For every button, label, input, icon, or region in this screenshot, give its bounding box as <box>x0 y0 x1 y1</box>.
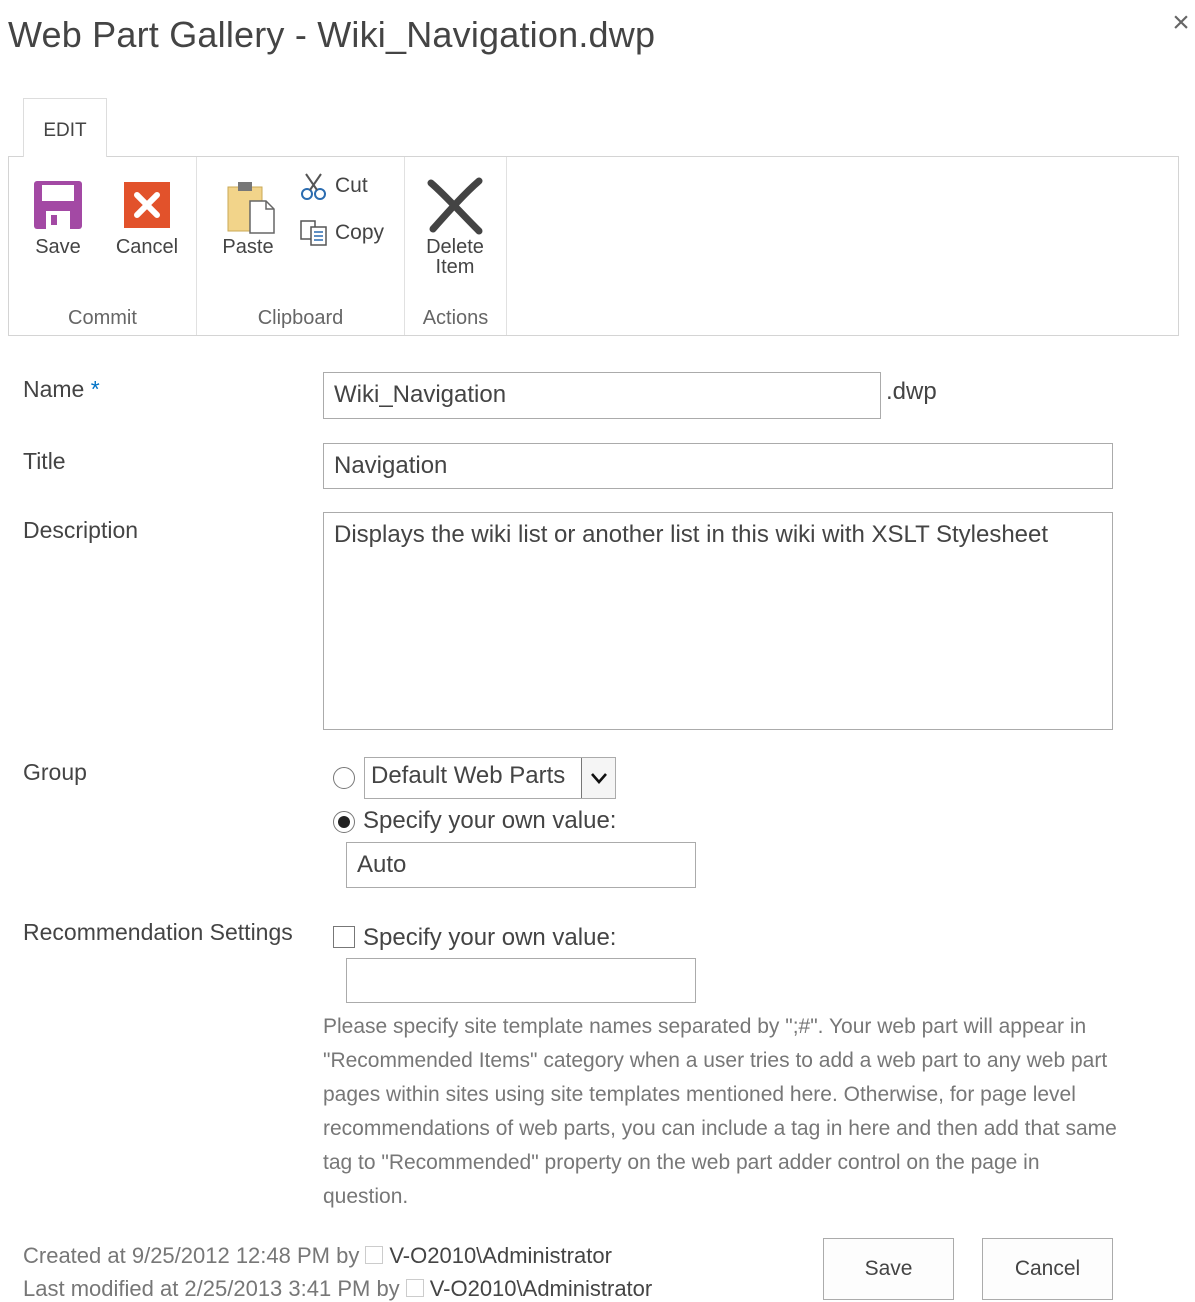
save-ribbon-button[interactable]: Save <box>27 179 89 257</box>
paste-clipboard-icon <box>227 182 275 234</box>
presence-indicator-icon <box>405 1279 424 1298</box>
ribbon-group-actions: Delete Item Actions <box>405 157 507 335</box>
modified-prefix: Last modified at 2/25/2013 3:41 PM by <box>23 1276 400 1301</box>
ribbon-group-clipboard: Paste Cut Copy Clipboard <box>197 157 405 335</box>
tab-edit[interactable]: EDIT <box>23 98 107 157</box>
presence-indicator-icon <box>365 1246 384 1265</box>
copy-label: Copy <box>335 221 385 244</box>
title-label: Title <box>23 448 66 474</box>
ribbon: Save Cancel Commit Paste Cut Copy Clipbo… <box>8 156 1179 336</box>
delete-item-ribbon-button[interactable]: Delete Item <box>415 177 495 277</box>
cut-label: Cut <box>335 174 368 197</box>
cancel-x-icon <box>124 182 170 228</box>
created-info: Created at 9/25/2012 12:48 PM by V-O2010\… <box>23 1243 612 1269</box>
delete-x-icon <box>427 177 483 235</box>
delete-label-line2: Item <box>435 256 475 278</box>
title-input[interactable]: Navigation <box>323 443 1113 489</box>
chevron-down-icon <box>581 758 615 798</box>
group-own-value-input[interactable]: Auto <box>346 842 696 888</box>
name-label-text: Name <box>23 376 85 402</box>
modified-info: Last modified at 2/25/2013 3:41 PM by V-O… <box>23 1276 652 1302</box>
cancel-ribbon-label: Cancel <box>115 236 179 258</box>
recommendation-help-text: Please specify site template names separ… <box>323 1015 1117 1208</box>
recommendation-input[interactable] <box>346 958 696 1003</box>
name-input[interactable]: Wiki_Navigation <box>323 372 881 419</box>
group-dropdown[interactable]: Default Web Parts <box>364 757 616 799</box>
group-dropdown-radio[interactable] <box>333 767 355 789</box>
description-label: Description <box>23 517 139 543</box>
modified-user[interactable]: V-O2010\Administrator <box>430 1276 653 1301</box>
delete-label-line1: Delete <box>426 236 484 258</box>
description-textarea[interactable]: Displays the wiki list or another list i… <box>323 512 1113 730</box>
cancel-ribbon-button[interactable]: Cancel <box>109 179 185 257</box>
copy-ribbon-button[interactable]: Copy <box>299 219 384 247</box>
created-prefix: Created at 9/25/2012 12:48 PM by <box>23 1243 360 1268</box>
group-label: Group <box>23 759 87 785</box>
group-dropdown-value: Default Web Parts <box>371 762 566 789</box>
floppy-disk-icon <box>34 181 82 229</box>
close-icon[interactable]: × <box>1166 6 1195 40</box>
group-label-actions: Actions <box>422 307 489 329</box>
copy-icon <box>300 220 327 246</box>
paste-ribbon-button[interactable]: Paste <box>213 179 283 257</box>
cancel-button[interactable]: Cancel <box>982 1238 1113 1300</box>
group-own-value-radio[interactable] <box>333 811 355 833</box>
scissors-icon <box>301 173 326 200</box>
ribbon-group-commit: Save Cancel Commit <box>9 157 197 335</box>
group-own-value-label: Specify your own value: <box>363 807 617 834</box>
recommendation-checkbox-label: Specify your own value: <box>363 924 617 951</box>
dialog-title: Web Part Gallery - Wiki_Navigation.dwp <box>8 14 656 55</box>
recommendation-checkbox[interactable] <box>333 926 355 948</box>
group-label-commit: Commit <box>68 307 137 329</box>
name-suffix: .dwp <box>886 378 937 405</box>
group-label-clipboard: Clipboard <box>257 307 344 329</box>
recommendation-label: Recommendation Settings <box>23 919 293 945</box>
save-button[interactable]: Save <box>823 1238 954 1300</box>
save-ribbon-label: Save <box>35 236 81 258</box>
name-label: Name * <box>23 376 100 403</box>
created-user[interactable]: V-O2010\Administrator <box>389 1243 612 1268</box>
cut-ribbon-button[interactable]: Cut <box>299 171 368 201</box>
paste-ribbon-label: Paste <box>222 236 274 258</box>
required-marker: * <box>90 376 100 402</box>
